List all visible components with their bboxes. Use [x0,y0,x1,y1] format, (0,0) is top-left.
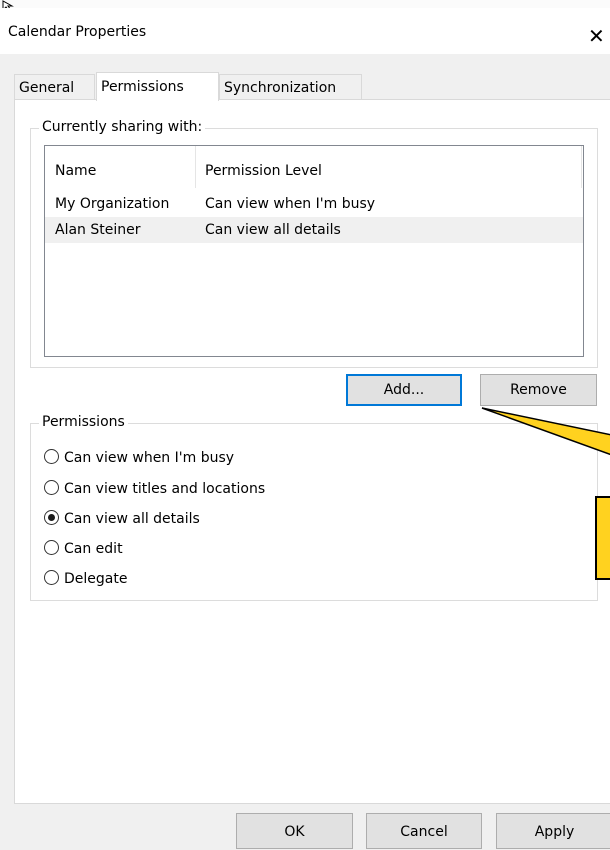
ok-button[interactable]: OK [236,813,353,849]
cancel-button[interactable]: Cancel [366,813,482,849]
callout-annotation [481,407,610,580]
apply-button[interactable]: Apply [496,813,610,849]
tab-permissions[interactable]: Permissions [96,72,219,101]
